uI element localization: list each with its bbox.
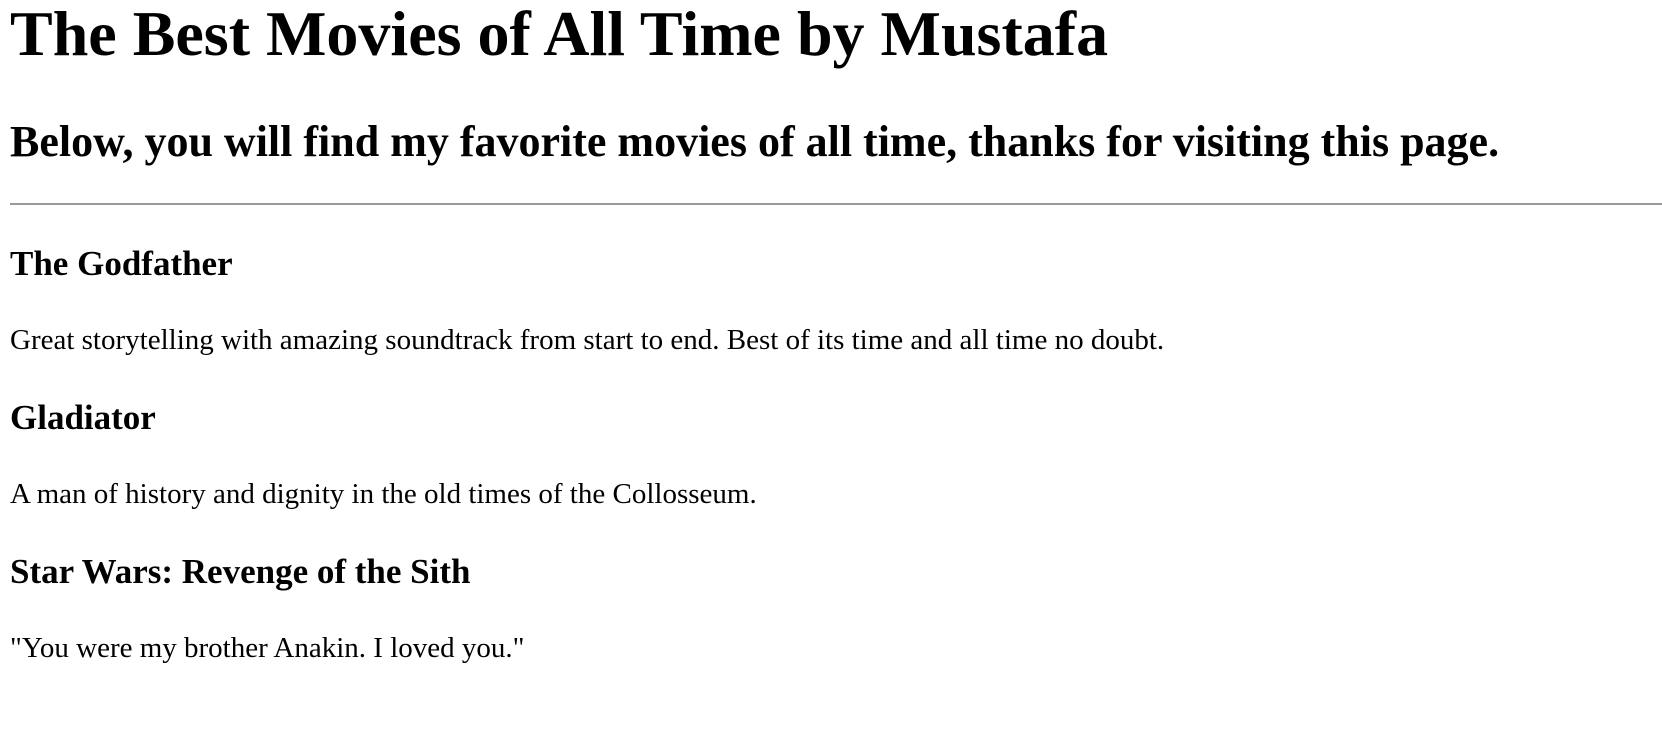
- page-subtitle: Below, you will find my favorite movies …: [10, 117, 1500, 166]
- movie-item-godfather: The Godfather Great storytelling with am…: [10, 205, 1662, 355]
- movie-title: The Godfather: [10, 244, 233, 283]
- movie-item-gladiator: Gladiator A man of history and dignity i…: [10, 355, 1662, 509]
- page-content: The Best Movies of All Time by Mustafa B…: [0, 0, 1662, 663]
- movie-list: The Godfather Great storytelling with am…: [10, 205, 1662, 663]
- movie-item-star-wars: Star Wars: Revenge of the Sith "You were…: [10, 509, 1662, 663]
- page-title: The Best Movies of All Time by Mustafa: [10, 0, 1109, 69]
- movie-title: Star Wars: Revenge of the Sith: [10, 552, 471, 591]
- movie-description: Great storytelling with amazing soundtra…: [10, 324, 1165, 356]
- movie-description: A man of history and dignity in the old …: [10, 478, 757, 510]
- movie-description: "You were my brother Anakin. I loved you…: [10, 632, 525, 664]
- movie-title: Gladiator: [10, 398, 156, 437]
